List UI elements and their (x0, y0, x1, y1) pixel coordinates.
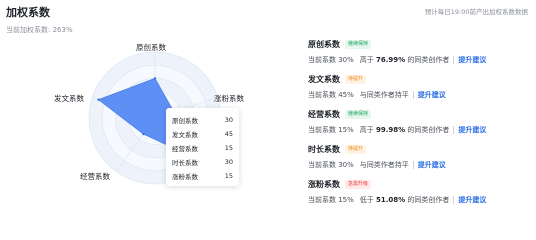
radar-point (97, 98, 100, 101)
card-name: 原创系数 (308, 39, 340, 49)
card-percent: 76.99% (376, 55, 406, 64)
improve-suggestion-link[interactable]: 提升建议 (458, 55, 486, 65)
divider (412, 90, 414, 99)
card-current: 当前系数 15% (308, 125, 354, 134)
radar-chart: 原创系数 发文系数 涨粉系数 经营系数 (0, 30, 300, 209)
card-original: 原创系数 继续保持 当前系数 30% 高于 76.99% 的同类创作者 提升建议 (308, 38, 534, 73)
improve-suggestion-link[interactable]: 提升建议 (458, 125, 486, 135)
coefficient-cards: 原创系数 继续保持 当前系数 30% 高于 76.99% 的同类创作者 提升建议… (308, 38, 534, 213)
divider (453, 195, 455, 204)
axis-label-followers: 涨粉系数 (214, 94, 244, 103)
card-current: 当前系数 30% (308, 55, 354, 64)
tooltip-row: 经营系数 15 (172, 141, 233, 155)
improve-suggestion-link[interactable]: 提升建议 (458, 195, 486, 205)
tooltip-row: 时长系数 30 (172, 155, 233, 169)
axis-label-operation: 经营系数 (80, 172, 110, 181)
tooltip-row: 原创系数 30 (172, 113, 233, 127)
card-compare-suffix: 的同类创作者 (407, 195, 450, 204)
radar-svg (88, 51, 222, 185)
improve-suggestion-link[interactable]: 提升建议 (418, 90, 446, 100)
card-compare-prefix: 与同类作者持平 (359, 160, 409, 169)
tooltip-label: 经营系数 (172, 145, 198, 153)
card-name: 时长系数 (308, 144, 340, 154)
card-compare-prefix: 高于 (359, 125, 374, 134)
card-publishing: 发文系数 待提升 当前系数 45% 与同类作者持平 提升建议 (308, 73, 534, 108)
divider (453, 55, 455, 64)
tooltip-label: 发文系数 (172, 131, 198, 139)
card-name: 经营系数 (308, 109, 340, 119)
status-badge: 继续保持 (345, 39, 372, 49)
card-current: 当前系数 15% (308, 195, 354, 204)
radar-tooltip: 原创系数 30 发文系数 45 经营系数 15 时长系数 30 涨粉系数 15 (166, 108, 239, 186)
axis-label-original: 原创系数 (136, 43, 166, 52)
status-badge: 急需升级 (345, 179, 372, 189)
tooltip-label: 时长系数 (172, 159, 198, 167)
tooltip-row: 发文系数 45 (172, 127, 233, 141)
card-name: 涨粉系数 (308, 179, 340, 189)
card-current: 当前系数 30% (308, 160, 354, 169)
tooltip-value: 45 (224, 130, 233, 138)
card-duration: 时长系数 待提升 当前系数 30% 与同类作者持平 提升建议 (308, 143, 534, 178)
card-name: 发文系数 (308, 74, 340, 84)
radar-point (153, 77, 157, 80)
card-percent: 99.98% (376, 125, 406, 134)
tooltip-row: 涨粉系数 15 (172, 169, 233, 183)
card-followers: 涨粉系数 急需升级 当前系数 15% 低于 51.08% 的同类创作者 提升建议 (308, 178, 534, 213)
radar-point (142, 132, 145, 136)
card-current: 当前系数 45% (308, 90, 354, 99)
card-compare-prefix: 低于 (359, 195, 374, 204)
card-compare-prefix: 高于 (359, 55, 374, 64)
card-percent: 51.08% (376, 195, 406, 204)
tooltip-value: 30 (224, 116, 233, 124)
tooltip-value: 15 (224, 172, 233, 180)
improve-suggestion-link[interactable]: 提升建议 (418, 160, 446, 170)
tooltip-label: 原创系数 (172, 117, 198, 125)
tooltip-label: 涨粉系数 (172, 173, 198, 181)
update-hint: 预计每日19:00前产出加权系数数据 (424, 8, 528, 16)
status-badge: 继续保持 (345, 109, 372, 119)
card-operation: 经营系数 继续保持 当前系数 15% 高于 99.98% 的同类创作者 提升建议 (308, 108, 534, 143)
card-compare-suffix: 的同类创作者 (407, 125, 450, 134)
tooltip-value: 30 (224, 158, 233, 166)
divider (453, 125, 455, 134)
axis-label-publishing: 发文系数 (54, 94, 84, 103)
card-compare-suffix: 的同类创作者 (407, 55, 450, 64)
card-compare-prefix: 与同类作者持平 (359, 90, 409, 99)
divider (412, 160, 414, 169)
page-title: 加权系数 (6, 6, 50, 19)
status-badge: 待提升 (345, 74, 367, 84)
status-badge: 待提升 (345, 144, 367, 154)
tooltip-value: 15 (224, 144, 233, 152)
